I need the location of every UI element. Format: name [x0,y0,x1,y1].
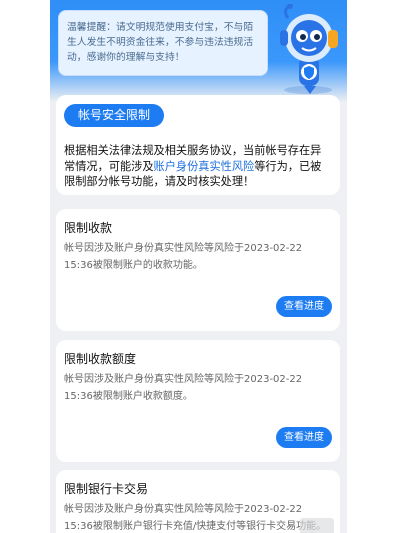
limit-card-receive: 限制收款 帐号因涉及账户身份真实性风险等风险于2023-02-22 15:36被… [56,209,340,331]
limit-body: 帐号因涉及账户身份真实性风险等风险于2023-02-22 15:36被限制账户收… [64,374,303,402]
account-restriction-card: 帐号安全限制 根据相关法律法规及相关服务协议，当前帐号存在异常情况，可能涉及账户… [56,95,340,195]
account-security-tag[interactable]: 帐号安全限制 [64,104,164,127]
header-banner: 温馨提醒：请文明规范使用支付宝，不与陌生人发生不明资金往来，不参与违法违规活动，… [50,0,347,102]
limit-title: 限制收款 [64,221,113,235]
notice-text: 温馨提醒：请文明规范使用支付宝，不与陌生人发生不明资金往来，不参与违法违规活动，… [67,22,254,64]
view-progress-button[interactable]: 查看进度 [276,427,332,448]
limit-title: 限制银行卡交易 [64,482,149,496]
limit-body: 帐号因涉及账户身份真实性风险等风险于2023-02-22 15:36被限制账户的… [64,243,303,271]
limit-card-bankcard: 限制银行卡交易 帐号因涉及账户身份真实性风险等风险于2023-02-22 15:… [56,470,340,533]
risk-highlight-link[interactable]: 账户身份真实性风险 [154,160,255,173]
restriction-description: 根据相关法律法规及相关服务协议，当前帐号存在异常情况，可能涉及账户身份真实性风险… [64,143,332,190]
limit-title: 限制收款额度 [64,352,137,366]
phone-screen: 温馨提醒：请文明规范使用支付宝，不与陌生人发生不明资金往来，不参与违法违规活动，… [50,0,347,533]
watermark-icon [300,518,334,533]
limit-body: 帐号因涉及账户身份真实性风险等风险于2023-02-22 15:36被限制账户银… [64,504,327,532]
limit-card-amount: 限制收款额度 帐号因涉及账户身份真实性风险等风险于2023-02-22 15:3… [56,340,340,462]
view-progress-button[interactable]: 查看进度 [276,296,332,317]
robot-mascot-icon [280,4,338,94]
safety-notice: 温馨提醒：请文明规范使用支付宝，不与陌生人发生不明资金往来，不参与违法违规活动，… [58,10,268,76]
